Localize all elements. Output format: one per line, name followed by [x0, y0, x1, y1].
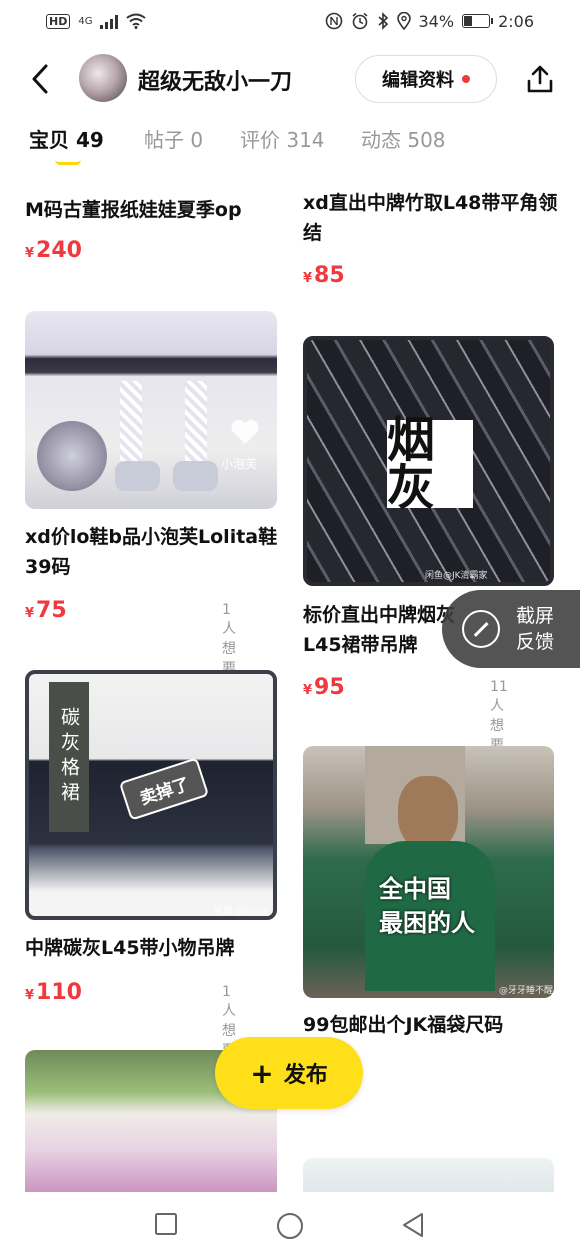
battery-percent: 34% [418, 11, 455, 31]
image-watermark: @牙牙睡不醒 [499, 986, 554, 996]
tab-reviews[interactable]: 评价 314 [240, 124, 325, 153]
item-image: 烟灰 闲鱼@JK清霸家 [303, 336, 554, 586]
image-watermark: 闲鱼@iipng_ [213, 906, 273, 917]
wants-count: 1人想要 [222, 602, 236, 677]
profile-tabs: 宝贝 49 帖子 0 评价 314 动态 508 [0, 124, 580, 174]
sold-sticker: 卖掉了 [118, 757, 210, 821]
publish-label: 发布 [283, 1063, 328, 1088]
location-icon [396, 12, 411, 30]
back-button[interactable] [24, 62, 56, 96]
tab-activity[interactable]: 动态 508 [361, 124, 446, 153]
wifi-icon [126, 13, 147, 29]
signal-icon [100, 13, 119, 29]
shop-name: 超级无敌小一刀 [138, 70, 293, 95]
tab-posts[interactable]: 帖子 0 [144, 124, 203, 153]
clock: 2:06 [498, 11, 534, 31]
item-image: 小泡芙 [25, 311, 277, 509]
battery-icon [462, 14, 494, 28]
network-type: 4G [78, 15, 93, 27]
edit-profile-label: 编辑资料 [382, 70, 454, 91]
edit-profile-button[interactable]: 编辑资料 [355, 55, 497, 103]
item-title: xd价lo鞋b品小泡芙Lolita鞋39码 [25, 526, 278, 578]
tab-items[interactable]: 宝贝 49 [29, 124, 104, 153]
tab-indicator [55, 160, 81, 165]
image-caption-line2: 最困的人 [379, 909, 475, 937]
screenshot-feedback-button[interactable]: 截屏 反馈 [442, 590, 580, 668]
image-text: 小泡芙 [221, 457, 258, 471]
item-title: 中牌碳灰L45带小物吊牌 [25, 937, 235, 959]
item-title: xd直出中牌竹取L48带平角领结 [303, 192, 558, 244]
item-price: ¥85 [303, 263, 345, 288]
back-triangle-icon[interactable] [401, 1212, 425, 1238]
image-watermark: 闲鱼@JK清霸家 [425, 571, 488, 581]
bluetooth-icon [377, 12, 388, 30]
item-image: 全中国 最困的人 @牙牙睡不醒 [303, 746, 554, 998]
alarm-icon [352, 12, 367, 30]
status-bar: HD 4G 34% 2:06 [0, 0, 580, 42]
recent-apps-icon[interactable] [154, 1212, 178, 1236]
item-title: 99包邮出个JK福袋尺码 [303, 1014, 504, 1036]
profile-header: 超级无敌小一刀 编辑资料 [0, 44, 580, 114]
item-price: ¥240 [25, 238, 82, 263]
wants-count: 11人想要 [490, 679, 508, 754]
heart-icon[interactable] [230, 419, 260, 445]
item-title: M码古董报纸娃娃夏季op [25, 199, 242, 221]
nfc-icon [325, 12, 342, 30]
item-price: ¥110 [25, 980, 82, 1005]
publish-button[interactable]: + 发布 [215, 1037, 363, 1109]
home-icon[interactable] [276, 1212, 304, 1240]
item-price: ¥75 [25, 598, 67, 623]
item-image: 碳灰格裙 卖掉了 闲鱼@iipng_ [25, 670, 277, 920]
plus-icon: + [250, 1056, 274, 1090]
hd-indicator: HD [46, 13, 71, 29]
screenshot-feedback-label: 截屏 反馈 [516, 605, 555, 653]
image-text: 烟灰 [387, 416, 473, 512]
feedback-icon [462, 610, 500, 648]
image-vertical-text: 碳灰格裙 [49, 682, 89, 832]
share-button[interactable] [522, 61, 558, 97]
image-caption-line1: 全中国 [379, 875, 451, 903]
system-nav-bar [0, 1192, 580, 1257]
item-image [303, 1158, 554, 1192]
share-icon [527, 65, 553, 93]
item-price: ¥95 [303, 675, 345, 700]
chevron-left-icon [32, 64, 48, 94]
notification-dot [462, 75, 470, 83]
shoe-closeup-circle [37, 421, 107, 491]
avatar[interactable] [79, 54, 127, 102]
